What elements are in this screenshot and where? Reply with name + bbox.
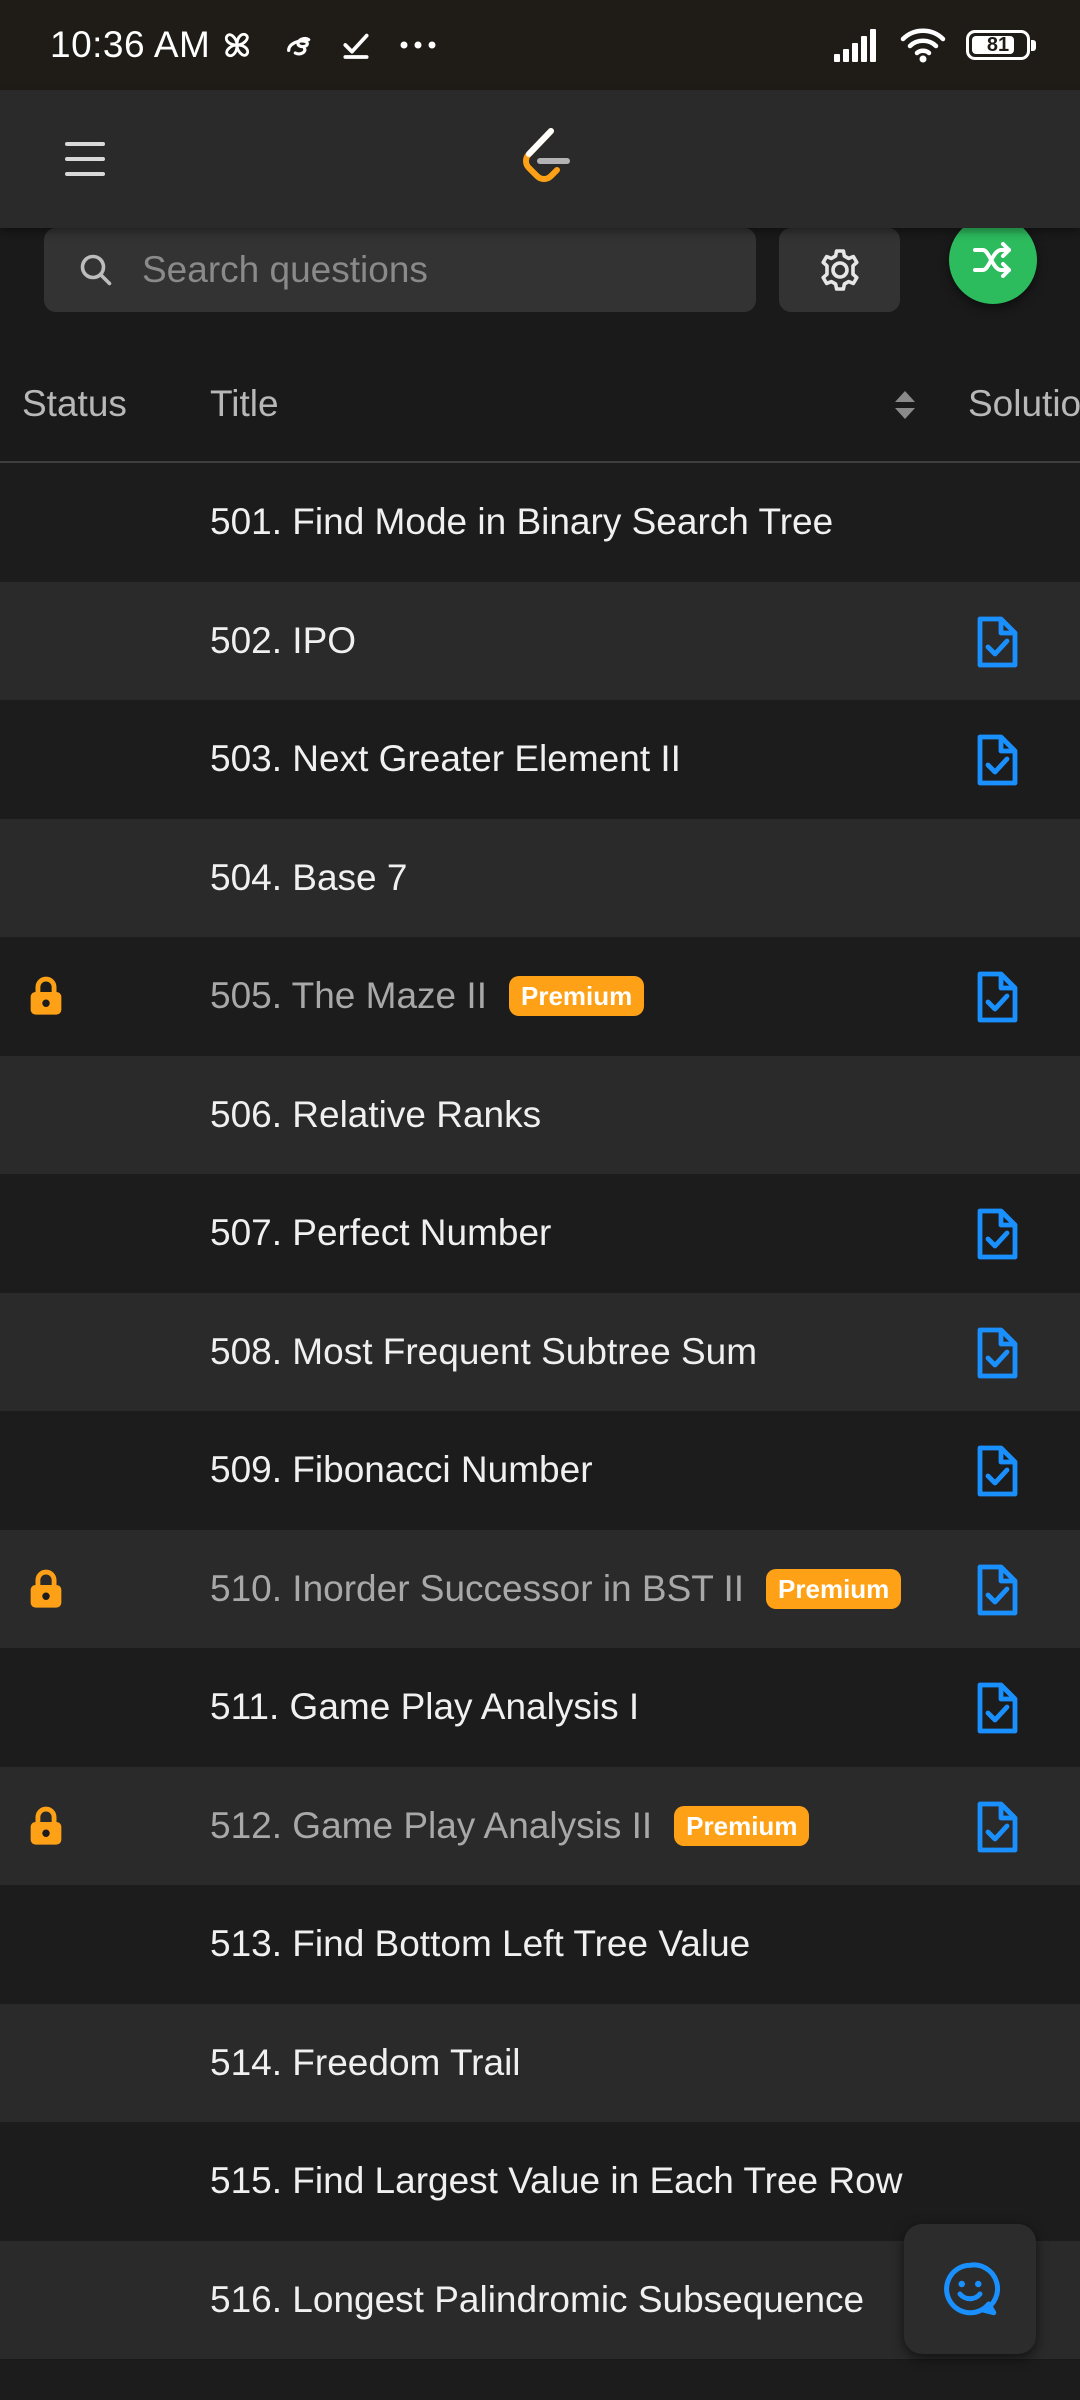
checklist-icon [343, 33, 369, 59]
smiley-chat-icon [944, 2262, 1000, 2316]
feedback-button[interactable] [904, 2224, 1036, 2354]
question-row[interactable]: 504. Base 7 [0, 818, 1080, 937]
search-box[interactable] [44, 228, 756, 312]
question-title-wrap: 513. Find Bottom Left Tree Value [210, 1885, 750, 2003]
solution-document-icon[interactable] [973, 1445, 1019, 1497]
question-title[interactable]: 503. Next Greater Element II [210, 738, 681, 780]
question-title-wrap: 510. Inorder Successor in BST II Premium [210, 1530, 902, 1648]
solution-document-icon[interactable] [973, 1801, 1019, 1853]
battery-percent: 81 [986, 33, 1010, 56]
menu-line [65, 157, 105, 161]
menu-line [65, 172, 105, 176]
solution-document-icon[interactable] [973, 1327, 1019, 1379]
solution-document-icon[interactable] [973, 1682, 1019, 1734]
question-title-wrap: 505. The Maze II Premium [210, 937, 645, 1055]
signal-icon [834, 29, 876, 62]
solution-document-icon[interactable] [973, 1564, 1019, 1616]
column-header-status[interactable]: Status [22, 383, 127, 425]
premium-badge: Premium [674, 1805, 810, 1846]
question-title[interactable]: 513. Find Bottom Left Tree Value [210, 1923, 750, 1965]
pinwheel-icon [225, 32, 250, 58]
question-row[interactable]: 515. Find Largest Value in Each Tree Row [0, 2122, 1080, 2241]
status-bar: 10:36 AM 81 [0, 0, 1080, 90]
settings-button[interactable] [779, 228, 900, 312]
next-row-partial [0, 2360, 1080, 2400]
question-title[interactable]: 502. IPO [210, 620, 356, 662]
more-dots-icon [400, 41, 436, 49]
question-title-wrap: 501. Find Mode in Binary Search Tree [210, 463, 833, 581]
question-title-wrap: 516. Longest Palindromic Subsequence [210, 2241, 864, 2359]
solution-document-icon[interactable] [973, 971, 1019, 1023]
question-row[interactable]: 512. Game Play Analysis II Premium [0, 1766, 1080, 1885]
sort-icon[interactable] [892, 385, 918, 425]
solution-document-icon[interactable] [973, 734, 1019, 786]
search-icon [80, 254, 112, 286]
shuffle-icon [973, 242, 1011, 278]
premium-badge: Premium [766, 1568, 902, 1609]
question-list: 501. Find Mode in Binary Search Tree 502.… [0, 463, 1080, 2359]
notification-icons [218, 26, 438, 64]
question-title-wrap: 503. Next Greater Element II [210, 700, 681, 818]
question-row[interactable]: 506. Relative Ranks [0, 1055, 1080, 1174]
question-title[interactable]: 515. Find Largest Value in Each Tree Row [210, 2160, 902, 2202]
question-row[interactable]: 507. Perfect Number [0, 1174, 1080, 1293]
lock-icon [30, 976, 62, 1015]
question-title-wrap: 514. Freedom Trail [210, 2004, 521, 2122]
question-row[interactable]: 505. The Maze II Premium [0, 937, 1080, 1056]
question-title-wrap: 515. Find Largest Value in Each Tree Row [210, 2122, 902, 2240]
question-title-wrap: 507. Perfect Number [210, 1174, 551, 1292]
question-title[interactable]: 504. Base 7 [210, 857, 407, 899]
question-title[interactable]: 505. The Maze II [210, 975, 487, 1017]
column-header-title[interactable]: Title [210, 383, 279, 425]
question-title-wrap: 504. Base 7 [210, 819, 407, 937]
question-title-wrap: 508. Most Frequent Subtree Sum [210, 1293, 757, 1411]
lock-icon [30, 1806, 62, 1845]
question-title-wrap: 512. Game Play Analysis II Premium [210, 1767, 810, 1885]
menu-line [65, 142, 105, 146]
shuffle-button[interactable] [949, 216, 1037, 304]
table-header: Status Title Solutio [0, 355, 1080, 463]
question-title[interactable]: 510. Inorder Successor in BST II [210, 1568, 744, 1610]
hamburger-menu-icon[interactable] [60, 134, 110, 184]
search-row [0, 216, 1080, 328]
lock-icon [30, 1569, 62, 1608]
question-row[interactable]: 508. Most Frequent Subtree Sum [0, 1292, 1080, 1411]
leetcode-logo-icon[interactable] [513, 125, 579, 191]
question-row[interactable]: 511. Game Play Analysis I [0, 1648, 1080, 1767]
question-title[interactable]: 501. Find Mode in Binary Search Tree [210, 501, 833, 543]
app-bar [0, 90, 1080, 228]
question-row[interactable]: 509. Fibonacci Number [0, 1411, 1080, 1530]
question-title[interactable]: 512. Game Play Analysis II [210, 1805, 652, 1847]
wifi-icon [900, 28, 946, 63]
battery-cap [1031, 40, 1036, 51]
premium-badge: Premium [508, 976, 645, 1016]
question-title[interactable]: 506. Relative Ranks [210, 1094, 541, 1136]
battery-icon: 81 [966, 30, 1036, 60]
question-row[interactable]: 510. Inorder Successor in BST II Premium [0, 1529, 1080, 1648]
solution-document-icon[interactable] [973, 1208, 1019, 1260]
status-time: 10:36 AM [50, 24, 211, 65]
question-title[interactable]: 511. Game Play Analysis I [210, 1686, 639, 1728]
question-title-wrap: 511. Game Play Analysis I [210, 1648, 639, 1766]
solution-document-icon[interactable] [973, 616, 1019, 668]
search-input[interactable] [140, 248, 704, 292]
question-title[interactable]: 507. Perfect Number [210, 1212, 551, 1254]
gear-icon [820, 249, 859, 291]
question-row[interactable]: 513. Find Bottom Left Tree Value [0, 1885, 1080, 2004]
question-title[interactable]: 509. Fibonacci Number [210, 1449, 593, 1491]
question-title-wrap: 509. Fibonacci Number [210, 1411, 593, 1529]
question-title[interactable]: 508. Most Frequent Subtree Sum [210, 1331, 757, 1373]
system-icons: 81 [832, 27, 1036, 63]
question-title[interactable]: 516. Longest Palindromic Subsequence [210, 2279, 864, 2321]
question-title[interactable]: 514. Freedom Trail [210, 2042, 521, 2084]
question-row[interactable]: 501. Find Mode in Binary Search Tree [0, 463, 1080, 582]
column-header-solution[interactable]: Solutio [968, 383, 1080, 425]
question-row[interactable]: 503. Next Greater Element II [0, 700, 1080, 819]
swirl-icon [287, 37, 311, 56]
question-row[interactable]: 514. Freedom Trail [0, 2003, 1080, 2122]
question-title-wrap: 502. IPO [210, 582, 356, 700]
question-title-wrap: 506. Relative Ranks [210, 1056, 541, 1174]
question-row[interactable]: 502. IPO [0, 581, 1080, 700]
